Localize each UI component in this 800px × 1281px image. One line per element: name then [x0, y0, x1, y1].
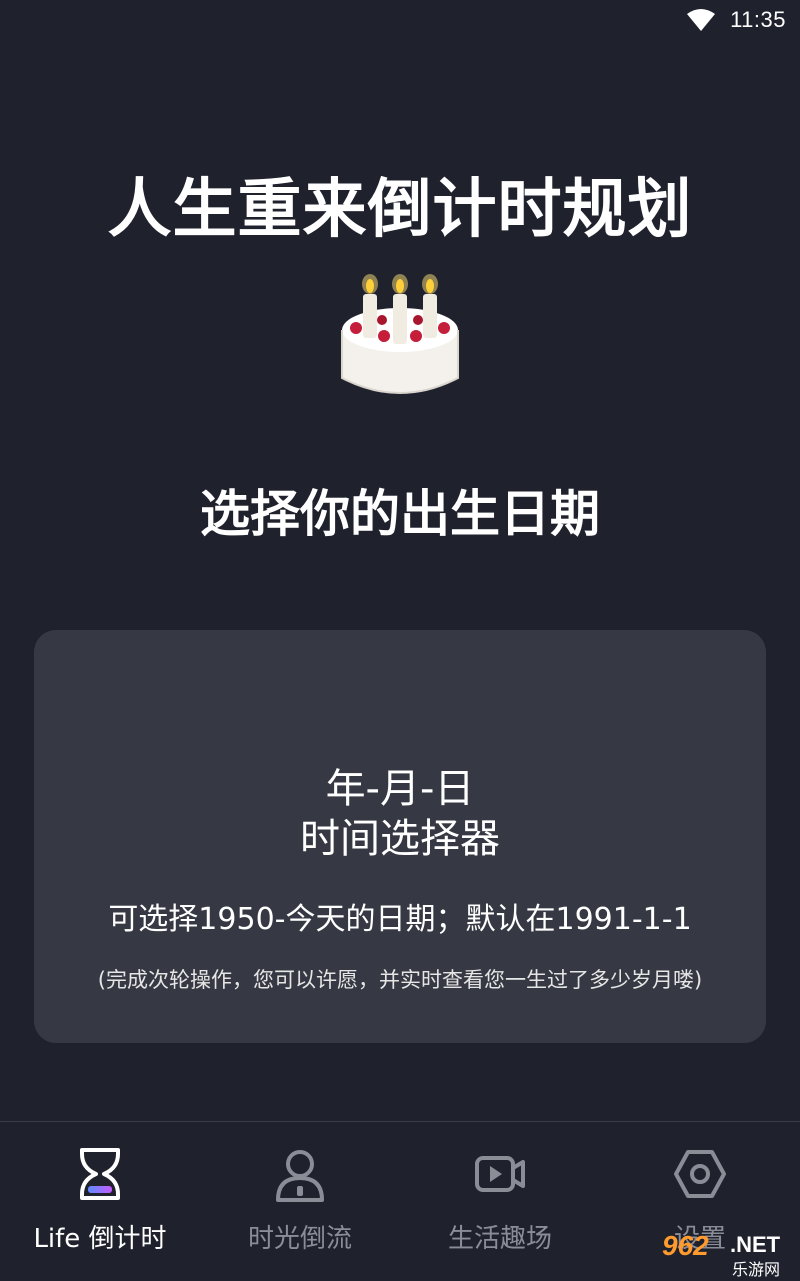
- tab-life-fun[interactable]: 生活趣场: [400, 1122, 600, 1281]
- watermark-text: 乐游网: [732, 1260, 781, 1279]
- date-picker-card[interactable]: 年-月-日 时间选择器 可选择1950-今天的日期；默认在1991-1-1 (完…: [34, 630, 766, 1043]
- date-range-hint: 可选择1950-今天的日期；默认在1991-1-1: [108, 902, 692, 937]
- birthday-cake-icon: [341, 274, 459, 394]
- settings-icon: [674, 1150, 726, 1198]
- video-icon: [475, 1156, 525, 1192]
- wifi-icon: [687, 9, 715, 31]
- birth-date-heading: 选择你的出生日期: [200, 485, 600, 543]
- tab-label: 生活趣场: [447, 1224, 552, 1254]
- watermark-domain: .NET: [730, 1232, 781, 1257]
- tab-label: 时光倒流: [247, 1224, 352, 1254]
- site-watermark: 962 .NET 乐游网: [652, 1228, 800, 1280]
- person-icon: [276, 1150, 324, 1202]
- tab-time-rewind[interactable]: 时光倒流: [200, 1122, 400, 1281]
- hourglass-icon: [80, 1148, 120, 1200]
- status-bar: 11:35: [0, 0, 800, 42]
- watermark-brand: 962: [662, 1230, 709, 1261]
- picker-note: (完成次轮操作，您可以许愿，并实时查看您一生过了多少岁月喽): [97, 968, 703, 992]
- page-title: 人生重来倒计时规划: [107, 173, 693, 247]
- tab-life-countdown[interactable]: Life 倒计时: [0, 1122, 200, 1281]
- date-picker-label: 时间选择器: [300, 816, 500, 862]
- status-time: 11:35: [730, 7, 786, 32]
- tab-label: Life 倒计时: [33, 1224, 167, 1254]
